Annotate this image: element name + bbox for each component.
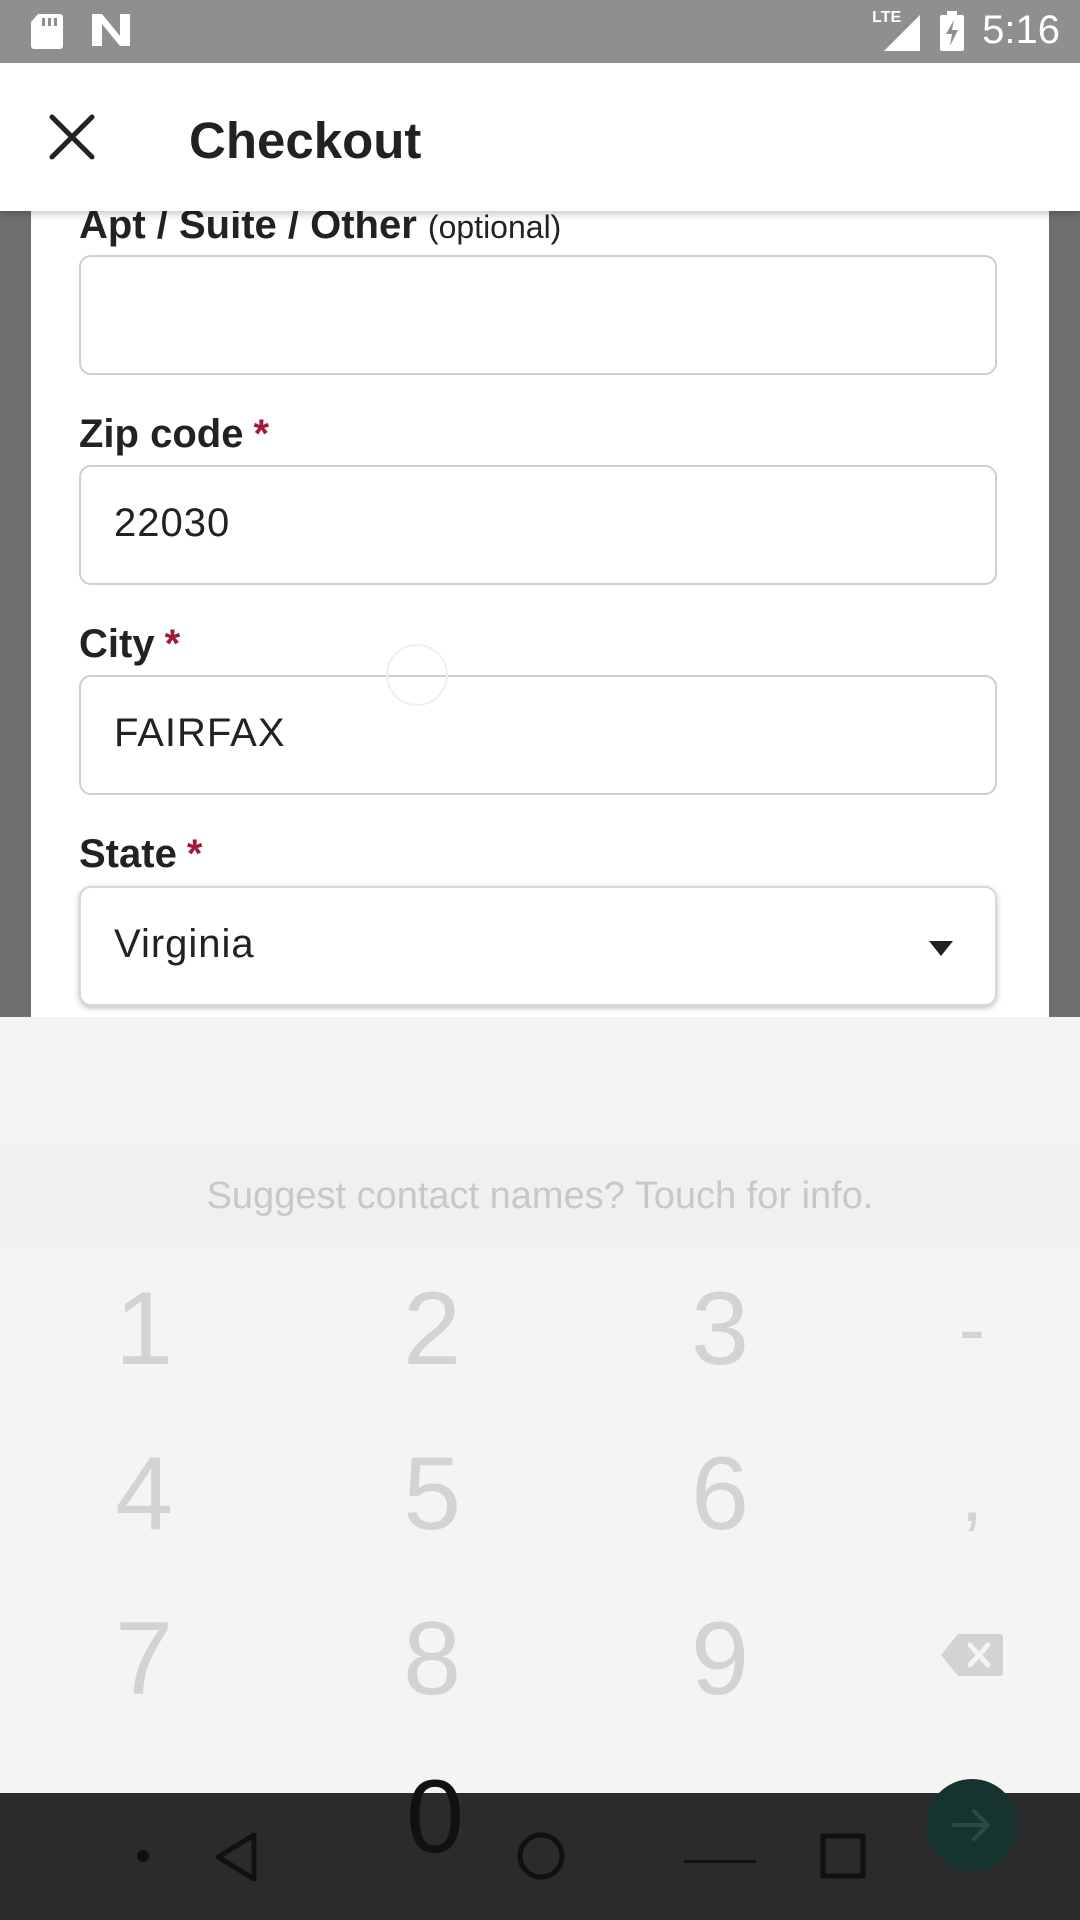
zip-label-text: Zip code (79, 412, 244, 456)
checkout-form: Apt / Suite / Other (optional) Zip code *… (31, 211, 1049, 1017)
enter-key[interactable] (926, 1779, 1018, 1871)
required-star: * (164, 622, 181, 666)
recents-icon[interactable] (820, 1833, 866, 1879)
state-value: Virginia (114, 922, 255, 966)
touch-ripple (386, 644, 448, 706)
overlay-dim-right (1049, 211, 1080, 1017)
state-label: State * (79, 832, 202, 877)
home-icon[interactable] (516, 1831, 566, 1881)
zip-code-input[interactable]: 22030 (79, 465, 997, 585)
key-dash[interactable]: - (872, 1289, 1072, 1369)
arrow-right-icon (952, 1809, 991, 1841)
city-input[interactable]: FAIRFAX (79, 675, 997, 795)
apt-label: Apt / Suite / Other (optional) (79, 211, 561, 248)
state-select[interactable]: Virginia (79, 886, 997, 1006)
notification-n-icon (92, 14, 130, 46)
close-icon (49, 114, 95, 160)
key-2[interactable]: 2 (332, 1277, 532, 1381)
key-1[interactable]: 1 (44, 1277, 244, 1381)
state-label-text: State (79, 832, 177, 876)
key-comma[interactable]: , (872, 1454, 1072, 1534)
suggestion-bar[interactable]: Suggest contact names? Touch for info. (0, 1145, 1080, 1249)
required-star: * (253, 412, 270, 456)
status-bar: LTE 5:16 (0, 0, 1080, 63)
page-title: Checkout (189, 112, 422, 169)
zip-code-value: 22030 (114, 501, 231, 545)
numeric-keyboard: Suggest contact names? Touch for info. 1… (0, 1017, 1080, 1793)
sd-card-icon (31, 14, 63, 49)
battery-charging-icon (940, 10, 965, 51)
nav-dot (137, 1850, 149, 1862)
dropdown-arrow-icon (929, 941, 953, 956)
status-right-icons: LTE 5:16 (872, 8, 1060, 53)
lte-signal-icon: LTE (872, 9, 922, 53)
key-7[interactable]: 7 (44, 1607, 244, 1711)
zip-label: Zip code * (79, 412, 269, 457)
city-label-text: City (79, 622, 155, 666)
key-5[interactable]: 5 (332, 1442, 532, 1546)
apt-input[interactable] (79, 255, 997, 375)
nav-underline (684, 1860, 756, 1863)
key-8[interactable]: 8 (332, 1607, 532, 1711)
close-button[interactable] (44, 109, 100, 165)
key-9[interactable]: 9 (620, 1607, 820, 1711)
key-6[interactable]: 6 (620, 1442, 820, 1546)
key-3[interactable]: 3 (620, 1277, 820, 1381)
status-left-icons (30, 12, 132, 50)
apt-label-text: Apt / Suite / Other (79, 211, 417, 247)
back-icon[interactable] (212, 1831, 260, 1883)
overlay-dim-left (0, 211, 31, 1017)
city-value: FAIRFAX (114, 711, 286, 755)
status-time: 5:16 (982, 8, 1060, 52)
key-4[interactable]: 4 (44, 1442, 244, 1546)
navigation-bar (0, 1793, 1080, 1920)
app-header: Checkout (0, 63, 1080, 211)
backspace-icon[interactable] (940, 1632, 1004, 1678)
suggestion-text: Suggest contact names? Touch for info. (206, 1175, 874, 1217)
required-star: * (186, 832, 203, 876)
optional-tag: (optional) (427, 211, 562, 245)
city-label: City * (79, 622, 180, 667)
key-0[interactable]: 0 (390, 1765, 480, 1869)
